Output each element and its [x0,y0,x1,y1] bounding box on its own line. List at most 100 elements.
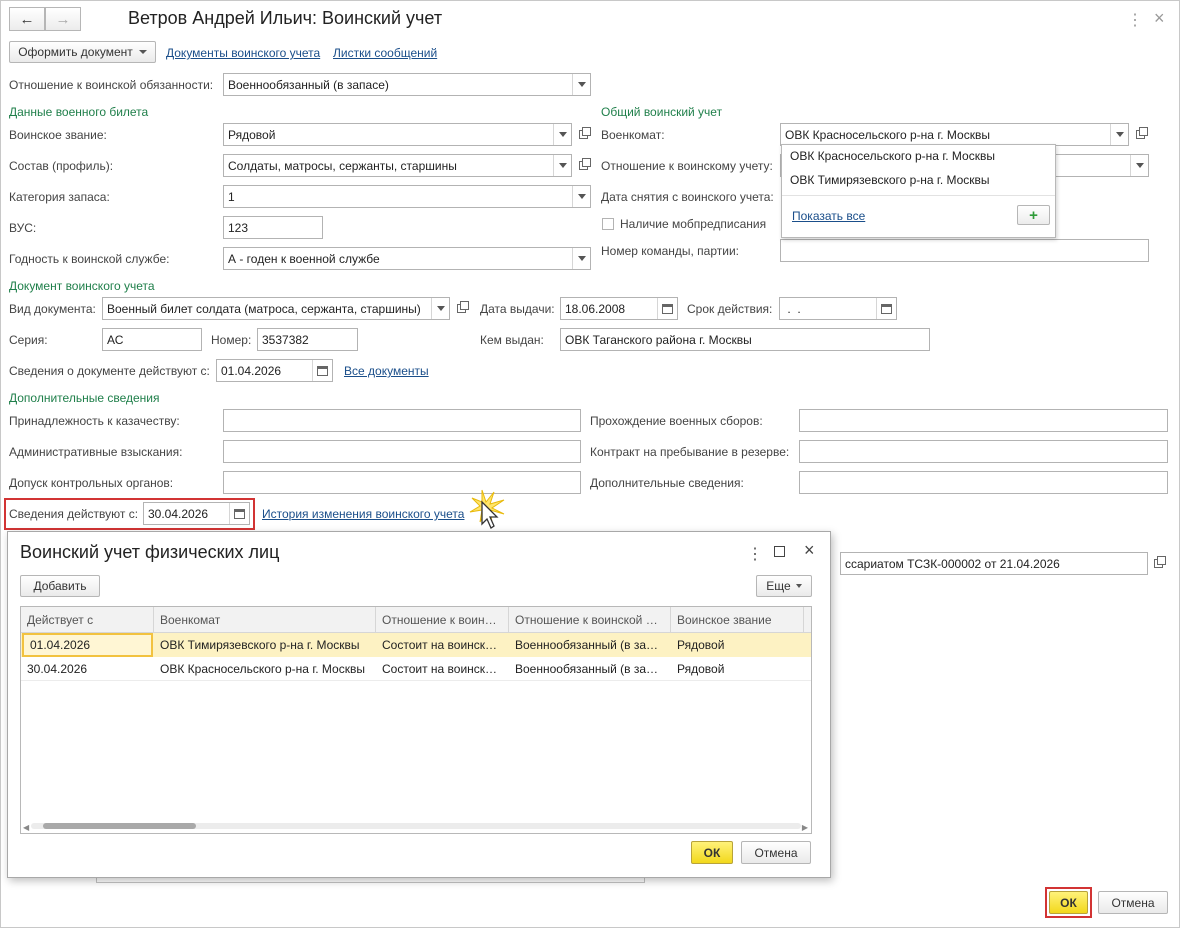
validity-label: Срок действия: [687,302,773,316]
open-icon[interactable] [1131,123,1149,146]
cancel-button[interactable]: Отмена [1098,891,1168,914]
link-messages[interactable]: Листки сообщений [333,46,437,60]
training-field[interactable] [799,409,1168,432]
doctype-value: Военный билет солдата (матроса, сержанта… [107,301,421,316]
column-header[interactable]: Военкомат [154,607,376,633]
calendar-icon[interactable] [876,298,896,319]
section-ticket-title: Данные военного билета [9,105,149,119]
chevron-down-icon[interactable] [553,124,571,145]
scroll-left-icon[interactable]: ◀ [23,823,29,832]
more-label: Еще [766,579,791,593]
open-icon[interactable] [452,297,470,320]
validity-value: . . [784,301,801,316]
column-header[interactable]: Действует с [21,607,154,633]
table-cell[interactable]: ОВК Красносельского р-на г. Москвы [154,657,376,681]
number-field[interactable]: 3537382 [257,328,358,351]
open-icon[interactable] [574,154,592,177]
modal-cancel-button[interactable]: Отмена [741,841,811,864]
extra-info-field[interactable] [799,471,1168,494]
fitness-select[interactable]: А - годен к военной службе [223,247,591,270]
mob-checkbox[interactable] [602,218,614,230]
vus-label: ВУС: [9,221,37,235]
back-button[interactable]: ← [9,7,45,31]
vus-field[interactable]: 123 [223,216,323,239]
more-button[interactable]: Еще [756,575,812,597]
link-military-docs[interactable]: Документы воинского учета [166,46,320,60]
all-documents-link[interactable]: Все документы [344,364,429,378]
issue-date-field[interactable]: 18.06.2008 [560,297,678,320]
ok-button[interactable]: ОК [1049,891,1088,914]
close-icon[interactable]: × [1154,8,1165,29]
history-modal: Воинский учет физических лиц ⋮ × Добавит… [7,531,831,878]
calendar-icon[interactable] [229,503,249,524]
more-menu-icon[interactable]: ⋮ [1127,10,1143,30]
chevron-down-icon[interactable] [572,74,590,95]
doctype-select[interactable]: Военный билет солдата (матроса, сержанта… [102,297,450,320]
fitness-value: А - годен к военной службе [228,251,380,266]
create-document-button[interactable]: Оформить документ [9,41,156,63]
contract-field[interactable] [799,440,1168,463]
table-cell[interactable]: Рядовой [671,657,804,681]
horizontal-scrollbar[interactable] [31,823,801,829]
close-icon[interactable]: × [804,540,815,561]
column-header[interactable]: Воинское звание [671,607,804,633]
cossack-field[interactable] [223,409,581,432]
chevron-down-icon[interactable] [553,155,571,176]
team-number-field[interactable] [780,239,1149,262]
reserve-category-label: Категория запаса: [9,190,110,204]
number-value: 3537382 [262,332,309,347]
chevron-down-icon[interactable] [572,248,590,269]
more-menu-icon[interactable]: ⋮ [747,544,763,564]
reserve-category-select[interactable]: 1 [223,185,591,208]
table-cell[interactable]: Состоит на воинск… [376,657,509,681]
registration-doc-field[interactable]: ссариатом ТСЗК-000002 от 21.04.2026 [840,552,1148,575]
add-button[interactable]: + [1017,205,1050,225]
series-field[interactable]: АС [102,328,202,351]
calendar-icon[interactable] [657,298,677,319]
column-header[interactable]: Отношение к воин… [376,607,509,633]
maximize-icon[interactable] [774,546,785,557]
forward-button[interactable]: → [45,7,81,31]
modal-ok-button[interactable]: ОК [691,841,733,864]
table-cell[interactable]: 30.04.2026 [21,657,154,681]
column-header[interactable]: Отношение к воинской … [509,607,671,633]
table-cell[interactable]: 01.04.2026 [22,633,153,657]
chevron-down-icon[interactable] [1110,124,1128,145]
issue-date-value: 18.06.2008 [565,301,626,316]
composition-select[interactable]: Солдаты, матросы, сержанты, старшины [223,154,572,177]
doc-valid-from-field[interactable]: 01.04.2026 [216,359,333,382]
add-row-button[interactable]: Добавить [20,575,100,597]
control-field[interactable] [223,471,581,494]
penalties-field[interactable] [223,440,581,463]
composition-label: Состав (профиль): [9,159,114,173]
section-document-title: Документ воинского учета [9,279,155,293]
table-row[interactable]: 01.04.2026 ОВК Тимирязевского р-на г. Мо… [21,633,811,657]
calendar-icon[interactable] [312,360,332,381]
scroll-right-icon[interactable]: ▶ [802,823,808,832]
chevron-down-icon[interactable] [1130,155,1148,176]
open-icon[interactable] [574,123,592,146]
validity-field[interactable]: . . [779,297,897,320]
table-cell[interactable]: Состоит на воинск… [376,633,509,657]
open-icon[interactable] [1149,552,1167,575]
doc-valid-from-label: Сведения о документе действуют с: [9,364,210,378]
rank-select[interactable]: Рядовой [223,123,572,146]
removal-date-label: Дата снятия с воинского учета: [601,190,774,204]
table-cell[interactable]: ОВК Тимирязевского р-на г. Москвы [154,633,376,657]
history-link[interactable]: История изменения воинского учета [262,507,464,521]
dropdown-item[interactable]: ОВК Тимирязевского р-на г. Москвы [790,173,990,187]
table-cell[interactable]: Рядовой [671,633,804,657]
table-cell[interactable]: Военнообязанный (в за… [509,657,671,681]
show-all-link[interactable]: Показать все [792,209,865,223]
issuer-field[interactable]: ОВК Таганского района г. Москвы [560,328,930,351]
obligation-select[interactable]: Военнообязанный (в запасе) [223,73,591,96]
table-cell[interactable]: Военнообязанный (в за… [509,633,671,657]
valid-from-field[interactable]: 30.04.2026 [143,502,250,525]
chevron-down-icon[interactable] [431,298,449,319]
table-row[interactable]: 30.04.2026 ОВК Красносельского р-на г. М… [21,657,811,681]
scrollbar-thumb[interactable] [43,823,196,829]
training-label: Прохождение военных сборов: [590,414,763,428]
dropdown-item[interactable]: ОВК Красносельского р-на г. Москвы [790,149,995,163]
commissariat-select[interactable]: ОВК Красносельского р-на г. Москвы [780,123,1129,146]
chevron-down-icon[interactable] [572,186,590,207]
